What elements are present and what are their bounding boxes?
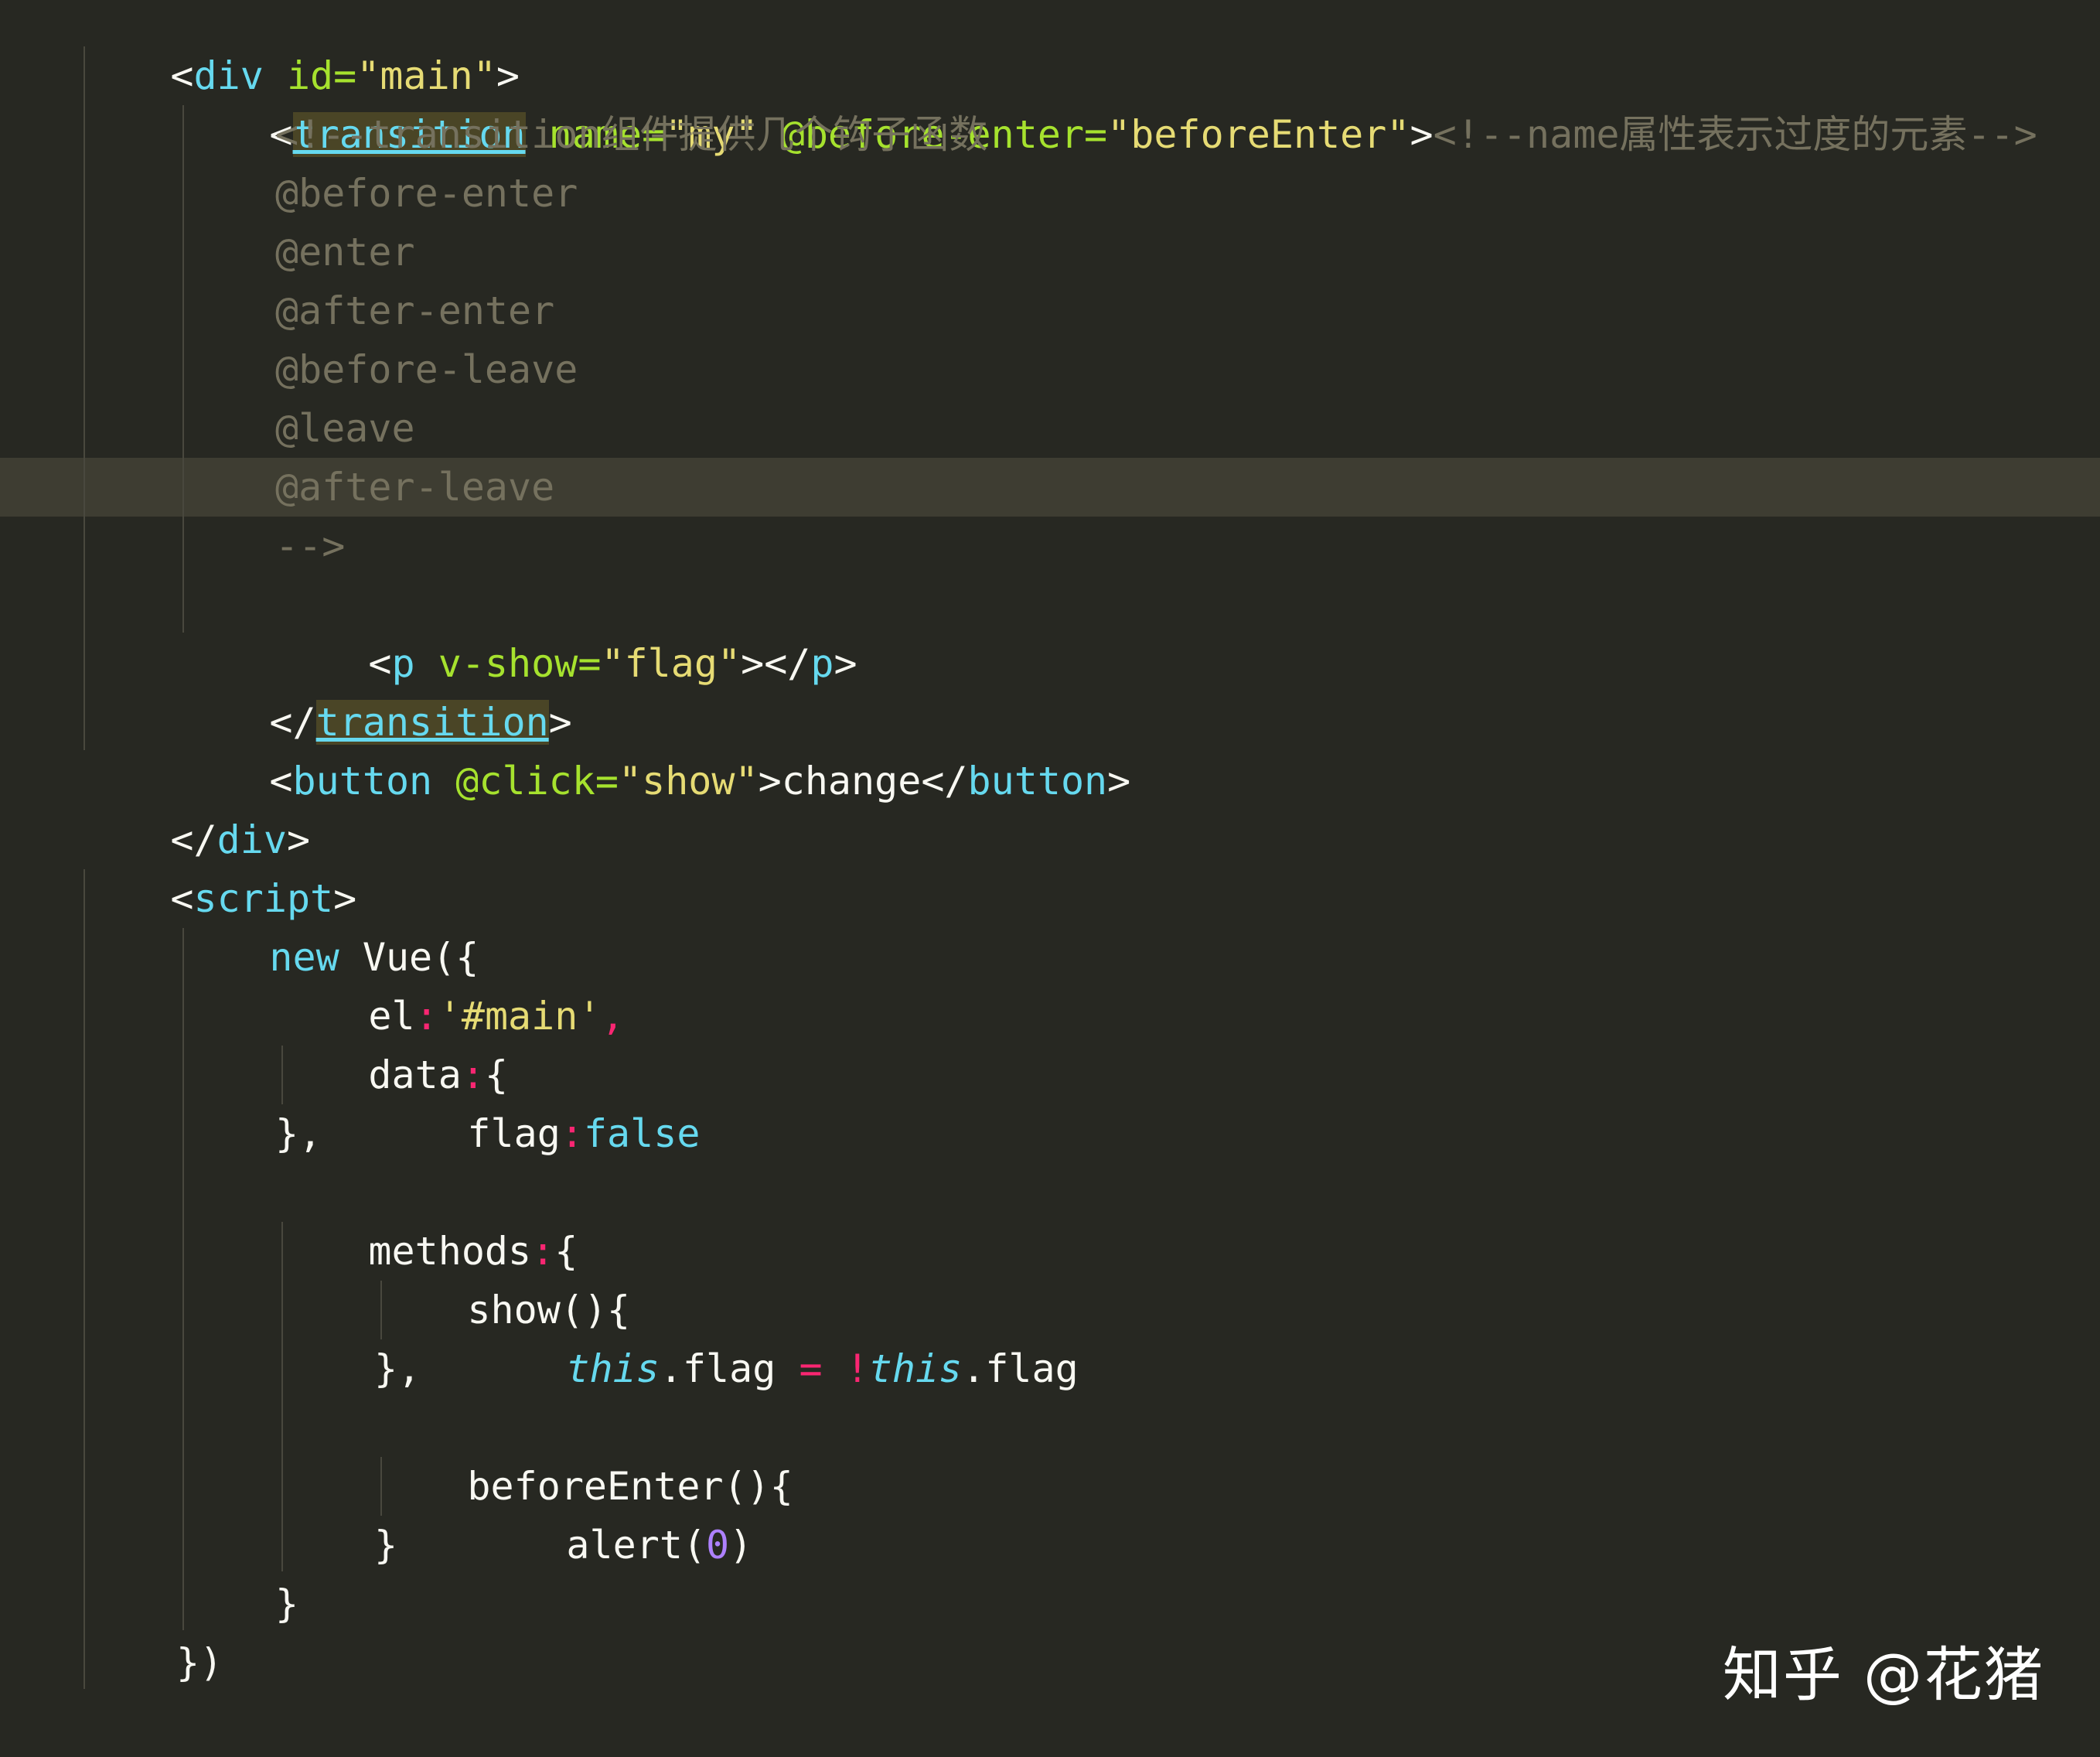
- code-line[interactable]: show(){: [374, 1222, 630, 1332]
- attr-value: "show": [618, 759, 759, 803]
- operator: ,: [601, 994, 625, 1039]
- code-text: ): [729, 1523, 753, 1568]
- code-text: >: [834, 641, 857, 686]
- code-line[interactable]: data:{: [275, 987, 508, 1097]
- code-comment[interactable]: <!--transition组件提供几个钩子函数: [275, 105, 987, 164]
- keyword: this: [566, 1346, 660, 1391]
- code-comment[interactable]: @enter: [275, 223, 415, 281]
- code-text: ></: [741, 641, 811, 686]
- code-comment[interactable]: @leave: [275, 399, 415, 458]
- tag-name: button: [292, 759, 433, 803]
- code-text: >: [1410, 112, 1434, 157]
- code-line[interactable]: this.flag = !this.flag: [473, 1281, 1078, 1391]
- code-line[interactable]: new Vue({: [176, 869, 479, 980]
- code-comment[interactable]: @before-enter: [275, 164, 578, 223]
- code-line[interactable]: <div id="main">: [77, 0, 520, 98]
- code-line[interactable]: },: [374, 1339, 421, 1398]
- code-line[interactable]: </div>: [77, 752, 310, 862]
- code-line[interactable]: }): [176, 1633, 223, 1692]
- code-line[interactable]: }: [374, 1516, 397, 1574]
- code-line[interactable]: <transition name="my" @before-enter="bef…: [176, 46, 2037, 157]
- operator: :: [560, 1111, 584, 1156]
- code-line[interactable]: el:'#main',: [275, 928, 624, 1039]
- keyword: this: [868, 1346, 963, 1391]
- tag-name: button: [967, 759, 1108, 803]
- operator: !: [845, 1346, 869, 1391]
- code-line[interactable]: <script>: [77, 810, 356, 921]
- boolean-literal: false: [583, 1111, 701, 1156]
- code-line[interactable]: </script>: [77, 1692, 380, 1751]
- code-comment[interactable]: @after-enter: [275, 281, 554, 340]
- code-line[interactable]: flag:false: [374, 1046, 700, 1156]
- code-text: >change</: [758, 759, 968, 803]
- code-line[interactable]: beforeEnter(){: [374, 1398, 793, 1509]
- code-text: .flag: [962, 1346, 1079, 1391]
- code-line[interactable]: <button @click="show">change</button>: [176, 693, 1130, 803]
- attr-value: "flag": [601, 641, 741, 686]
- attr-value: "beforeEnter": [1107, 112, 1410, 157]
- attr-name: @click=: [432, 759, 619, 803]
- code-line[interactable]: },: [275, 1104, 322, 1163]
- code-line[interactable]: alert(0): [473, 1457, 752, 1568]
- object-key: flag: [467, 1111, 561, 1156]
- code-line[interactable]: methods:{: [275, 1163, 578, 1274]
- code-text: .flag: [659, 1346, 799, 1391]
- code-comment[interactable]: @before-leave: [275, 340, 578, 399]
- code-text: (: [682, 1523, 707, 1568]
- indent-guide: [84, 869, 85, 1689]
- watermark: 知乎 @花猪: [1722, 1640, 2044, 1709]
- function-name: alert: [566, 1523, 683, 1568]
- code-line[interactable]: <p v-show="flag"></p>: [275, 575, 857, 686]
- code-line[interactable]: }: [275, 1574, 298, 1633]
- number-literal: 0: [706, 1523, 730, 1568]
- tag-name: p: [810, 641, 834, 686]
- code-comment[interactable]: -->: [275, 517, 345, 575]
- code-text: >: [1107, 759, 1131, 803]
- code-comment: <!--name属性表示过度的元素-->: [1433, 112, 2037, 157]
- code-comment[interactable]: @after-leave: [275, 458, 554, 517]
- code-line[interactable]: </transition>: [176, 634, 572, 745]
- code-editor[interactable]: <div id="main"> <transition name="my" @b…: [0, 0, 2100, 1757]
- operator: =: [799, 1346, 823, 1391]
